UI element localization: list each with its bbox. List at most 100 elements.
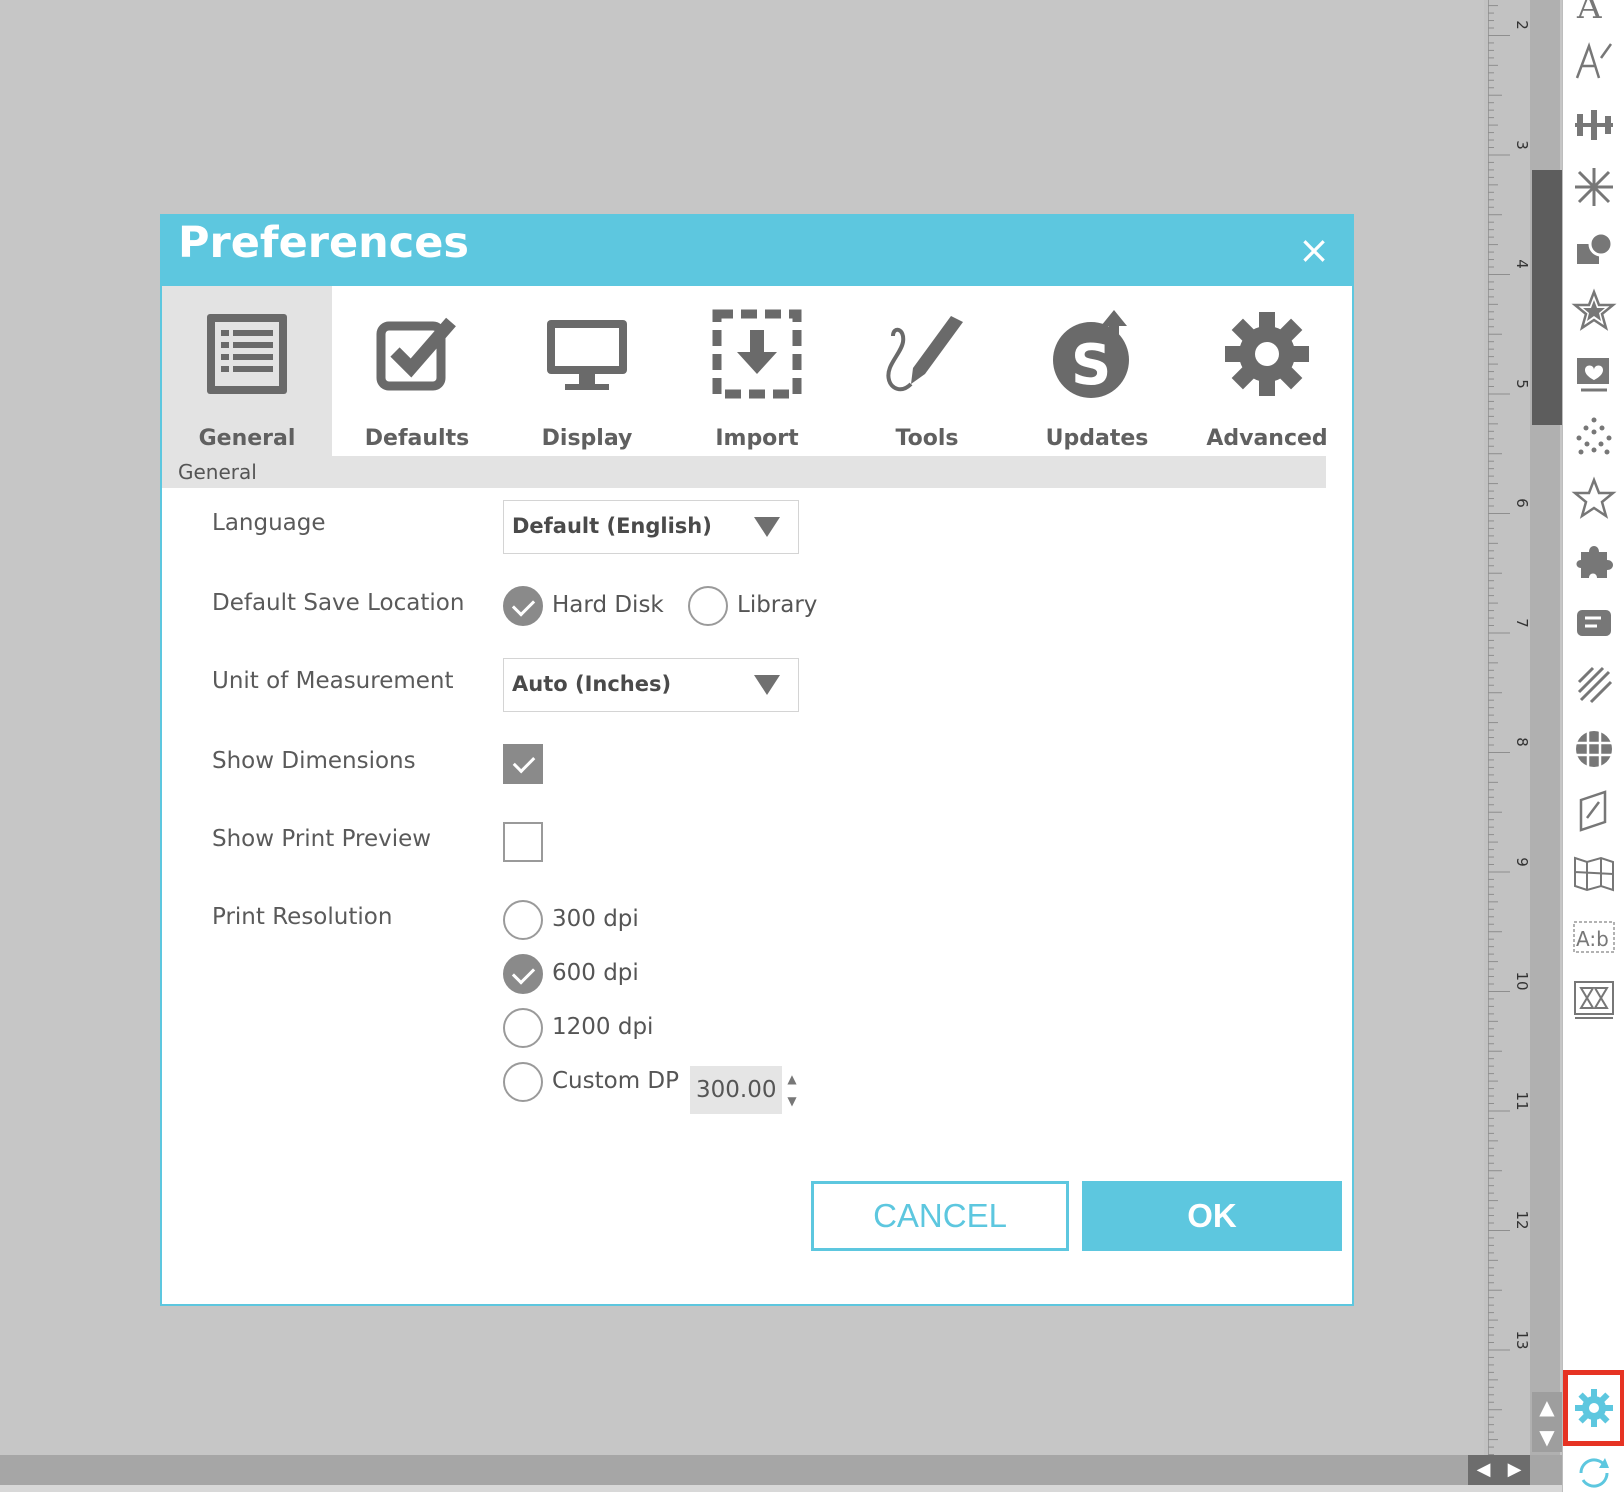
unit-label: Unit of Measurement bbox=[212, 668, 454, 694]
ruler-label: 9 bbox=[1513, 856, 1531, 867]
horizontal-scroll-arrows[interactable]: ◀ ▶ bbox=[1468, 1455, 1530, 1485]
scroll-up-icon[interactable]: ▲ bbox=[1532, 1392, 1562, 1422]
modify-icon[interactable] bbox=[1567, 222, 1621, 276]
puzzle-icon[interactable] bbox=[1567, 534, 1621, 588]
unit-select[interactable]: Auto (Inches) bbox=[503, 658, 799, 712]
pencil-icon bbox=[886, 316, 963, 392]
custom-dpi-stepper[interactable]: ▲ ▼ bbox=[784, 1068, 800, 1112]
tab-updates[interactable]: S Updates bbox=[1012, 286, 1182, 456]
tab-label: Defaults bbox=[364, 426, 470, 451]
300-dpi-label: 300 dpi bbox=[552, 906, 639, 932]
dialog-title: Preferences bbox=[178, 218, 469, 268]
sparkle-icon[interactable] bbox=[1567, 410, 1621, 464]
ruler-label: 5 bbox=[1513, 378, 1531, 389]
ok-button[interactable]: OK bbox=[1082, 1181, 1342, 1251]
ruler-label: 3 bbox=[1513, 139, 1531, 150]
tab-advanced[interactable]: Advanced bbox=[1182, 286, 1352, 456]
align-icon[interactable] bbox=[1567, 98, 1621, 152]
scroll-down-icon[interactable]: ▼ bbox=[1532, 1422, 1562, 1452]
language-label: Language bbox=[212, 510, 326, 536]
grid-icon[interactable] bbox=[1567, 722, 1621, 776]
ruler-label: 4 bbox=[1513, 259, 1531, 269]
vertical-ruler: 2 3 4 5 6 7 8 9 10 11 12 13 bbox=[1484, 0, 1532, 1455]
preferences-tabs: General Defaults Display Import Tools S … bbox=[162, 286, 1328, 488]
dialog-header: Preferences × bbox=[162, 216, 1352, 286]
star-icon[interactable] bbox=[1567, 284, 1621, 338]
ruler-label: 12 bbox=[1513, 1210, 1531, 1230]
stepper-down-icon[interactable]: ▼ bbox=[784, 1090, 800, 1112]
text-box-icon[interactable]: A:b bbox=[1567, 910, 1621, 964]
page-icon[interactable] bbox=[1567, 784, 1621, 838]
radio-1200-dpi[interactable] bbox=[503, 1008, 543, 1048]
radio-600-dpi[interactable] bbox=[503, 954, 543, 994]
chevron-down-icon bbox=[754, 675, 780, 695]
text-icon[interactable]: A bbox=[1567, 0, 1621, 32]
panel-icon[interactable] bbox=[1567, 846, 1621, 900]
language-select[interactable]: Default (English) bbox=[503, 500, 799, 554]
library-label: Library bbox=[737, 592, 818, 618]
transform-icon[interactable] bbox=[1567, 160, 1621, 214]
ruler-ticks bbox=[1488, 5, 1510, 1455]
tab-label: Advanced bbox=[1206, 426, 1328, 451]
svg-text:A: A bbox=[1576, 0, 1602, 27]
text-style-icon[interactable] bbox=[1567, 34, 1621, 88]
show-print-preview-label: Show Print Preview bbox=[212, 826, 432, 852]
sketch-icon[interactable] bbox=[1567, 658, 1621, 712]
tab-import[interactable]: Import bbox=[672, 286, 842, 456]
outline-star-icon[interactable] bbox=[1567, 472, 1621, 526]
ruler-label: 6 bbox=[1513, 498, 1531, 508]
chevron-down-icon bbox=[754, 517, 780, 537]
monitor-icon bbox=[547, 320, 627, 390]
svg-text:A:b: A:b bbox=[1576, 927, 1609, 951]
import-icon bbox=[712, 309, 802, 399]
ruler-label: 11 bbox=[1513, 1090, 1531, 1111]
horizontal-scrollbar[interactable] bbox=[0, 1455, 1562, 1485]
ruler-label: 8 bbox=[1513, 737, 1531, 747]
pattern-icon[interactable] bbox=[1567, 972, 1621, 1026]
tab-label: Tools bbox=[895, 426, 959, 451]
library-icon[interactable] bbox=[1567, 346, 1621, 400]
tab-label: General bbox=[198, 426, 296, 451]
unit-value: Auto (Inches) bbox=[512, 672, 672, 696]
preferences-dialog: Preferences × General Defaults Display I… bbox=[160, 214, 1354, 1306]
close-icon[interactable]: × bbox=[1294, 230, 1334, 270]
tab-label: Display bbox=[541, 426, 633, 451]
show-dimensions-label: Show Dimensions bbox=[212, 748, 416, 774]
settings-icon[interactable] bbox=[1563, 1370, 1624, 1446]
cancel-button[interactable]: CANCEL bbox=[811, 1181, 1069, 1251]
tab-tools[interactable]: Tools bbox=[842, 286, 1012, 456]
gear-icon bbox=[1225, 312, 1309, 396]
right-toolbar: A A:b bbox=[1562, 0, 1624, 1492]
hard-disk-label: Hard Disk bbox=[552, 592, 664, 618]
scroll-right-icon[interactable]: ▶ bbox=[1499, 1455, 1530, 1485]
vertical-scroll-arrows[interactable]: ▲ ▼ bbox=[1532, 1392, 1562, 1452]
stepper-up-icon[interactable]: ▲ bbox=[784, 1068, 800, 1090]
tab-label: Updates bbox=[1045, 426, 1149, 451]
tab-label: Import bbox=[715, 426, 799, 451]
ruler-label: 13 bbox=[1513, 1329, 1531, 1350]
language-value: Default (English) bbox=[512, 514, 712, 538]
ruler-label: 2 bbox=[1513, 20, 1531, 30]
scroll-left-icon[interactable]: ◀ bbox=[1468, 1455, 1499, 1485]
sync-icon[interactable] bbox=[1567, 1446, 1621, 1492]
tab-display[interactable]: Display bbox=[502, 286, 672, 456]
custom-dpi-input[interactable]: 300.00 bbox=[690, 1066, 782, 1114]
radio-300-dpi[interactable] bbox=[503, 900, 543, 940]
offset-icon[interactable] bbox=[1567, 596, 1621, 650]
section-label: General bbox=[178, 460, 257, 484]
radio-custom-dpi[interactable] bbox=[503, 1062, 543, 1102]
tab-general[interactable]: General bbox=[162, 286, 332, 456]
show-print-preview-checkbox[interactable] bbox=[503, 822, 543, 862]
tab-defaults[interactable]: Defaults bbox=[332, 286, 502, 456]
section-header: General bbox=[162, 456, 1326, 488]
ruler-label: 7 bbox=[1513, 617, 1531, 628]
1200-dpi-label: 1200 dpi bbox=[552, 1014, 654, 1040]
updates-icon: S bbox=[1053, 310, 1129, 398]
custom-dpi-label: Custom DP bbox=[552, 1068, 680, 1094]
list-icon bbox=[207, 314, 287, 394]
show-dimensions-checkbox[interactable] bbox=[503, 744, 543, 784]
radio-hard-disk[interactable] bbox=[503, 586, 543, 626]
radio-library[interactable] bbox=[688, 586, 728, 626]
svg-text:S: S bbox=[1071, 333, 1111, 398]
vertical-scrollbar-thumb[interactable] bbox=[1532, 170, 1562, 425]
